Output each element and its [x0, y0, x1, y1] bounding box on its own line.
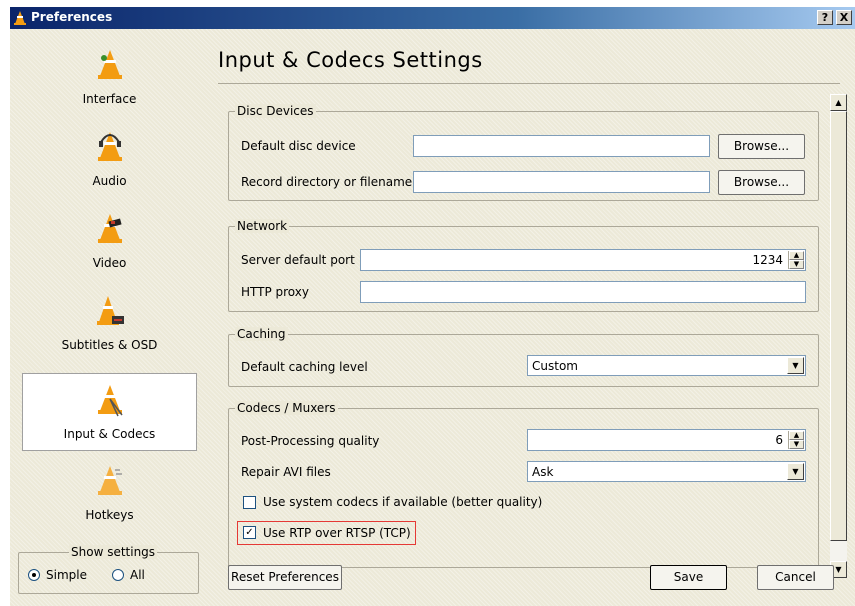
scroll-up-icon[interactable]: ▲: [830, 94, 847, 111]
title-bar: Preferences ? X: [10, 7, 855, 29]
simple-radio[interactable]: [28, 569, 40, 581]
sidebar-item-label: Interface: [82, 92, 137, 106]
pp-spin-buttons[interactable]: ▲ ▼: [788, 431, 804, 449]
default-disc-device-label: Default disc device: [241, 139, 356, 153]
port-spin-buttons[interactable]: ▲ ▼: [788, 251, 804, 269]
system-codecs-checkbox[interactable]: [243, 496, 256, 509]
simple-radio-label: Simple: [46, 568, 87, 582]
rtp-over-rtsp-label[interactable]: Use RTP over RTSP (TCP): [263, 526, 411, 540]
sidebar-item-subtitles-osd[interactable]: Subtitles & OSD: [22, 285, 197, 363]
disc-devices-legend: Disc Devices: [235, 104, 316, 118]
sidebar-item-label: Video: [92, 256, 127, 270]
sidebar-item-label: Hotkeys: [85, 508, 134, 522]
subtitles-cone-icon: [96, 296, 124, 325]
post-processing-spinbox[interactable]: 6 ▲ ▼: [527, 429, 806, 451]
browse-record-button[interactable]: Browse...: [718, 170, 805, 195]
repair-avi-label: Repair AVI files: [241, 465, 331, 479]
window-title: Preferences: [31, 10, 113, 24]
sidebar-item-label: Audio: [92, 174, 127, 188]
sidebar-item-label: Input & Codecs: [63, 427, 156, 441]
record-directory-input[interactable]: [413, 171, 710, 193]
scroll-thumb[interactable]: [830, 111, 847, 541]
dropdown-arrow-icon[interactable]: ▼: [787, 357, 804, 374]
network-group: Network Server default port 1234 ▲ ▼ HTTP…: [228, 219, 819, 312]
rtp-over-rtsp-checkbox[interactable]: ✓: [243, 526, 256, 539]
all-radio-label: All: [130, 568, 145, 582]
http-proxy-label: HTTP proxy: [241, 285, 309, 299]
page-title: Input & Codecs Settings: [218, 48, 483, 72]
rtp-highlight-box: ✓ Use RTP over RTSP (TCP): [237, 521, 416, 545]
caching-group: Caching Default caching level Custom ▼: [228, 327, 819, 387]
sidebar-item-video[interactable]: Video: [22, 203, 197, 281]
vlc-cone-icon: [14, 11, 26, 25]
headphones-cone-icon: [97, 132, 122, 161]
record-directory-label: Record directory or filename: [241, 175, 413, 189]
http-proxy-input[interactable]: [360, 281, 806, 303]
sidebar-item-hotkeys[interactable]: Hotkeys: [22, 455, 197, 533]
codecs-muxers-legend: Codecs / Muxers: [235, 401, 338, 415]
caching-level-label: Default caching level: [241, 360, 368, 374]
preferences-window: Interface Audio Video Subtitles & OSD In…: [10, 29, 855, 606]
sidebar-item-label: Subtitles & OSD: [61, 338, 158, 352]
settings-scrollbar[interactable]: ▲ ▼: [830, 94, 847, 578]
show-settings-legend: Show settings: [69, 545, 158, 559]
cancel-button[interactable]: Cancel: [757, 565, 834, 590]
show-settings-group: Show settings Simple All: [18, 545, 199, 594]
title-divider: [218, 83, 840, 84]
input-codecs-cone-icon: [97, 385, 123, 417]
system-codecs-label[interactable]: Use system codecs if available (better q…: [263, 495, 542, 509]
repair-avi-select[interactable]: Ask ▼: [527, 461, 806, 482]
caching-legend: Caching: [235, 327, 288, 341]
codecs-muxers-group: Codecs / Muxers Post-Processing quality …: [228, 401, 819, 568]
disc-devices-group: Disc Devices Default disc device Browse.…: [228, 104, 819, 201]
dropdown-arrow-icon[interactable]: ▼: [787, 463, 804, 480]
reset-preferences-button[interactable]: Reset Preferences: [228, 565, 342, 590]
close-button[interactable]: X: [836, 10, 852, 25]
help-button[interactable]: ?: [817, 10, 833, 25]
server-port-spinbox[interactable]: 1234 ▲ ▼: [360, 249, 806, 271]
post-processing-label: Post-Processing quality: [241, 434, 380, 448]
video-cone-icon: [97, 214, 122, 243]
save-button[interactable]: Save: [650, 565, 727, 590]
server-port-label: Server default port: [241, 253, 355, 267]
sidebar-item-interface[interactable]: Interface: [22, 39, 197, 117]
interface-icon: [97, 50, 122, 79]
sidebar-item-audio[interactable]: Audio: [22, 121, 197, 199]
network-legend: Network: [235, 219, 290, 233]
all-radio[interactable]: [112, 569, 124, 581]
caching-level-select[interactable]: Custom ▼: [527, 355, 806, 376]
browse-disc-button[interactable]: Browse...: [718, 134, 805, 159]
sidebar-item-input-codecs[interactable]: Input & Codecs: [22, 373, 197, 451]
default-disc-device-input[interactable]: [413, 135, 710, 157]
hotkeys-cone-icon: [97, 466, 122, 495]
